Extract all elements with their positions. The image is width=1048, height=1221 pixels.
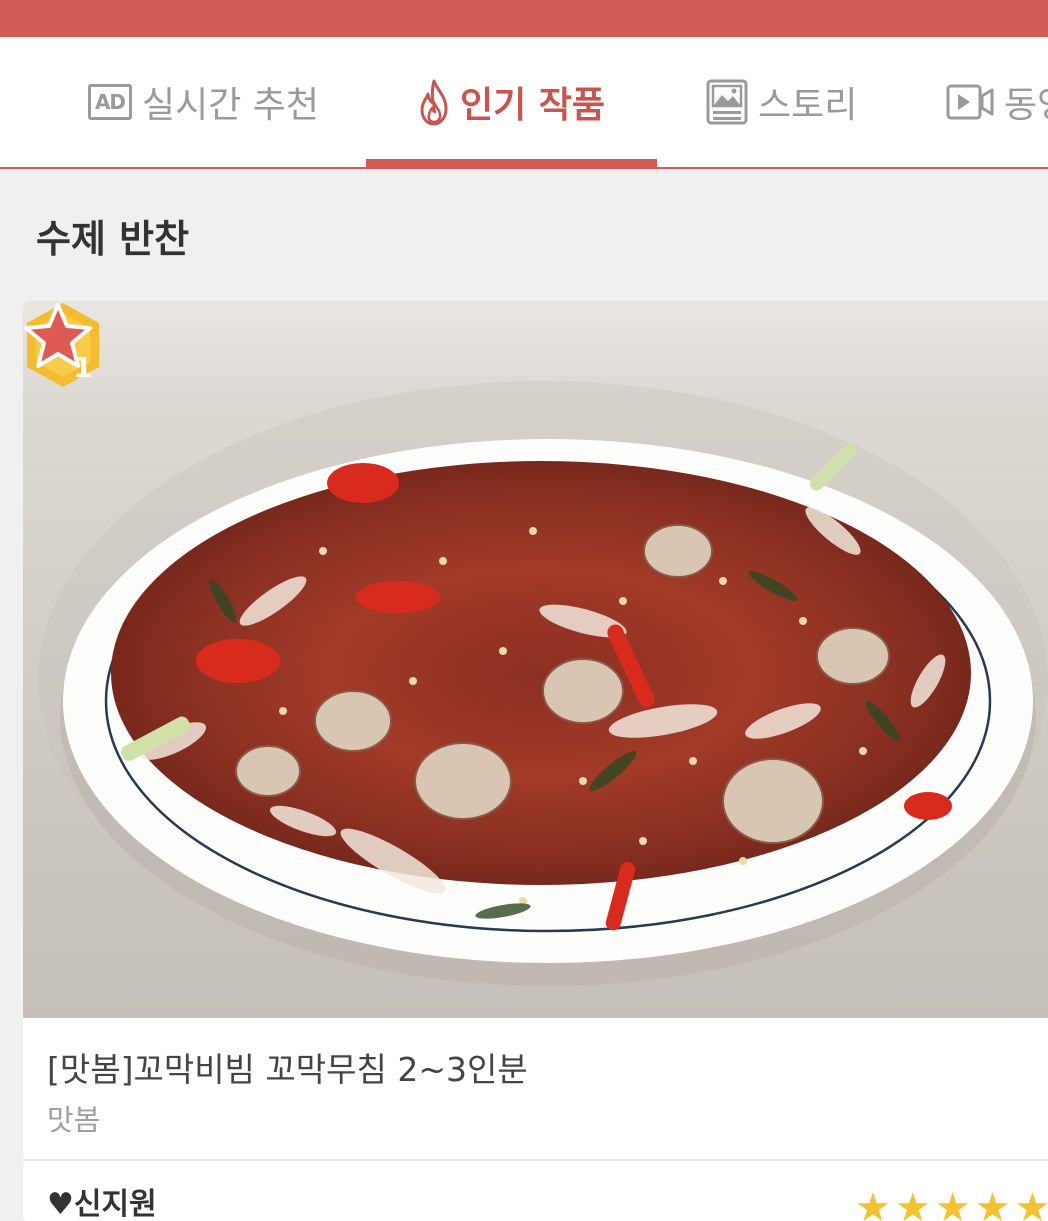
active-tab-indicator bbox=[366, 159, 657, 167]
product-title[interactable]: [맛봄]꼬막비빔 꼬막무침 2~3인분 bbox=[47, 1043, 528, 1091]
flame-icon bbox=[420, 79, 448, 126]
status-bar bbox=[0, 0, 1048, 37]
divider bbox=[23, 1159, 1048, 1161]
section-title: 수제 반찬 bbox=[36, 217, 190, 261]
product-card[interactable]: 1 [맛봄]꼬막비빔 꼬막무침 2~3인분 맛봄 ♥신지원 ★★★★★ bbox=[23, 301, 1048, 1221]
tab-label: 동영 bbox=[1004, 85, 1048, 126]
ad-icon: AD bbox=[88, 84, 132, 120]
reviewer-name: ♥신지원 bbox=[47, 1187, 157, 1221]
video-icon bbox=[946, 84, 994, 120]
seller-name[interactable]: 맛봄 bbox=[47, 1097, 100, 1139]
tab-realtime-recommend[interactable]: AD 실시간 추천 bbox=[88, 37, 319, 167]
tab-story[interactable]: 스토리 bbox=[706, 37, 857, 167]
rating-stars: ★★★★★ bbox=[855, 1185, 1048, 1221]
image-icon bbox=[706, 79, 748, 125]
product-image[interactable]: 1 bbox=[23, 301, 1048, 1018]
tab-video[interactable]: 동영 bbox=[946, 37, 1048, 167]
tab-bar: AD 실시간 추천 인기 작품 스토리 동영 bbox=[0, 37, 1048, 169]
tab-label: 스토리 bbox=[758, 85, 858, 126]
tab-label: 인기 작품 bbox=[460, 85, 606, 126]
tab-popular[interactable]: 인기 작품 bbox=[418, 37, 605, 167]
tab-label: 실시간 추천 bbox=[142, 85, 320, 126]
star-icon[interactable] bbox=[23, 301, 93, 371]
